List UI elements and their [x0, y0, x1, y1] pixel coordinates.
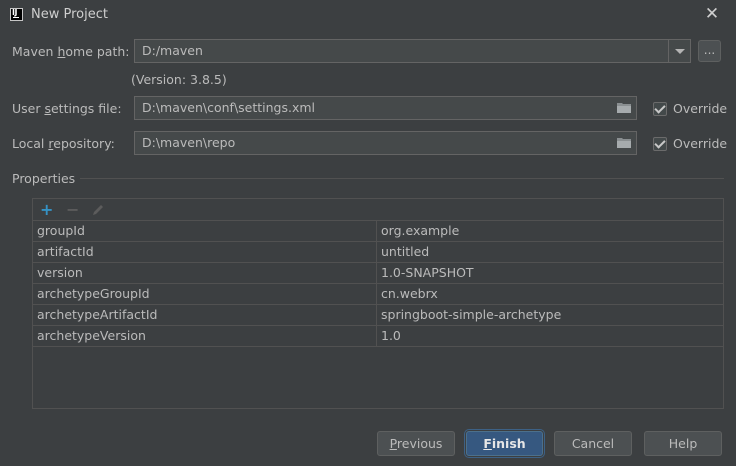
user-settings-override-checkbox[interactable]	[653, 102, 667, 116]
property-value-cell[interactable]: untitled	[377, 242, 721, 262]
local-repository-value: D:\maven\repo	[142, 135, 236, 150]
properties-separator	[80, 178, 724, 179]
maven-home-combobox[interactable]: D:/maven	[134, 39, 691, 63]
property-key-cell[interactable]: groupId	[33, 221, 377, 241]
folder-icon[interactable]	[617, 137, 631, 148]
property-value-cell[interactable]: 1.0-SNAPSHOT	[377, 263, 721, 283]
local-repository-label: Local repository:	[12, 136, 115, 151]
remove-icon[interactable]: −	[66, 200, 79, 219]
user-settings-value: D:\maven\conf\settings.xml	[142, 100, 316, 115]
table-row[interactable]: archetypeArtifactId springboot-simple-ar…	[33, 305, 723, 326]
edit-pencil-icon[interactable]	[91, 203, 105, 217]
properties-toolbar: + −	[33, 199, 723, 221]
property-value-cell[interactable]: 1.0	[377, 326, 721, 346]
table-row[interactable]: version 1.0-SNAPSHOT	[33, 263, 723, 284]
close-icon[interactable]: ✕	[704, 6, 720, 23]
property-value-cell[interactable]: springboot-simple-archetype	[377, 305, 721, 325]
maven-home-value: D:/maven	[142, 43, 203, 58]
property-key-cell[interactable]: archetypeVersion	[33, 326, 377, 346]
table-row[interactable]: groupId org.example	[33, 221, 723, 242]
add-icon[interactable]: +	[40, 200, 53, 219]
previous-button[interactable]: Previous	[377, 431, 455, 456]
maven-home-browse-button[interactable]: ...	[698, 40, 721, 62]
local-repository-override-label: Override	[673, 136, 728, 151]
help-button[interactable]: Help	[644, 431, 722, 456]
table-row[interactable]: archetypeVersion 1.0	[33, 326, 723, 347]
properties-table: groupId org.example artifactId untitled …	[33, 221, 723, 347]
user-settings-label: User settings file:	[12, 101, 122, 116]
maven-home-label: Maven home path:	[12, 44, 130, 59]
properties-section-label: Properties	[12, 171, 76, 186]
title-bar: IJ New Project ✕	[0, 0, 736, 30]
chevron-down-icon[interactable]	[668, 40, 690, 62]
property-key-cell[interactable]: archetypeGroupId	[33, 284, 377, 304]
table-row[interactable]: archetypeGroupId cn.webrx	[33, 284, 723, 305]
property-key-cell[interactable]: artifactId	[33, 242, 377, 262]
local-repository-field[interactable]: D:\maven\repo	[134, 131, 637, 155]
local-repository-override-checkbox[interactable]	[653, 137, 667, 151]
intellij-app-icon: IJ	[10, 8, 23, 21]
user-settings-field[interactable]: D:\maven\conf\settings.xml	[134, 96, 637, 120]
finish-button[interactable]: Finish	[466, 431, 543, 456]
window-title: New Project	[31, 7, 108, 22]
table-row[interactable]: artifactId untitled	[33, 242, 723, 263]
cancel-button[interactable]: Cancel	[554, 431, 632, 456]
maven-version-text: (Version: 3.8.5)	[131, 72, 227, 87]
property-key-cell[interactable]: archetypeArtifactId	[33, 305, 377, 325]
properties-table-panel: + − groupId org.example artifactId untit…	[32, 198, 724, 409]
folder-icon[interactable]	[617, 102, 631, 113]
property-key-cell[interactable]: version	[33, 263, 377, 283]
property-value-cell[interactable]: cn.webrx	[377, 284, 721, 304]
property-value-cell[interactable]: org.example	[377, 221, 721, 241]
user-settings-override-label: Override	[673, 101, 728, 116]
